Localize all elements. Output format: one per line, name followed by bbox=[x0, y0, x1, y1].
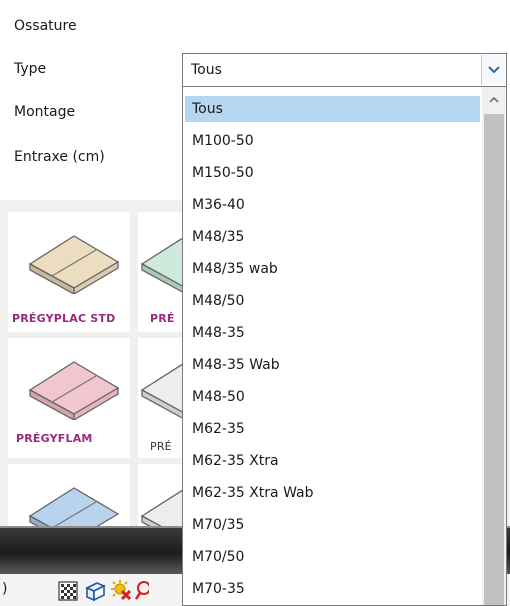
plasterboard-icon bbox=[28, 235, 120, 294]
cube-icon[interactable] bbox=[84, 580, 106, 602]
sun-delete-icon[interactable] bbox=[110, 579, 132, 601]
type-select[interactable]: Tous bbox=[182, 53, 507, 87]
type-option[interactable]: M48/35 wab bbox=[185, 256, 480, 282]
product-tile-2[interactable]: PRÉ bbox=[138, 212, 182, 332]
product-tile-pregyflam[interactable]: PRÉGYFLAM bbox=[8, 338, 130, 458]
type-option[interactable]: M150-50 bbox=[185, 160, 480, 186]
product-tile-6[interactable] bbox=[138, 464, 182, 526]
type-option[interactable]: M70/35 bbox=[185, 512, 480, 538]
product-name: PRÉ bbox=[150, 440, 172, 453]
type-option[interactable]: M62-35 Xtra bbox=[185, 448, 480, 474]
type-option[interactable]: M36-40 bbox=[185, 192, 480, 218]
plasterboard-icon bbox=[140, 489, 182, 526]
type-select-toggle[interactable] bbox=[481, 55, 505, 85]
entraxe-label: Entraxe (cm) bbox=[14, 149, 105, 165]
chevron-down-icon bbox=[488, 66, 500, 74]
type-option[interactable]: M48-50 bbox=[185, 384, 480, 410]
type-label: Type bbox=[14, 61, 47, 77]
product-tile-4[interactable]: PRÉ bbox=[138, 338, 182, 458]
type-select-value: Tous bbox=[191, 62, 222, 78]
search-icon[interactable] bbox=[135, 580, 149, 602]
type-dropdown-list: Tous M100-50 M150-50 M36-40 M48/35 M48/3… bbox=[182, 87, 507, 606]
status-text-fragment: ) bbox=[2, 581, 8, 597]
plasterboard-icon bbox=[140, 363, 182, 419]
grid-icon[interactable] bbox=[58, 581, 78, 601]
product-name: PRÉ bbox=[150, 312, 175, 325]
ossature-label: Ossature bbox=[14, 18, 77, 34]
montage-label: Montage bbox=[14, 104, 76, 120]
plasterboard-icon bbox=[28, 361, 120, 420]
type-option[interactable]: M48-35 Wab bbox=[185, 352, 480, 378]
scrollbar-thumb[interactable] bbox=[484, 114, 504, 605]
type-option[interactable]: M70-35 bbox=[185, 576, 480, 602]
type-option-tous[interactable]: Tous bbox=[185, 96, 480, 122]
type-option[interactable]: M48/50 bbox=[185, 288, 480, 314]
type-option[interactable]: M62-35 Xtra Wab bbox=[185, 480, 480, 506]
plasterboard-icon bbox=[140, 237, 182, 293]
product-name: PRÉGYFLAM bbox=[16, 432, 93, 445]
product-name: PRÉGYPLAC STD bbox=[12, 312, 116, 325]
chevron-up-icon bbox=[489, 96, 499, 103]
type-option[interactable]: M62-35 bbox=[185, 416, 480, 442]
scroll-up-button[interactable] bbox=[482, 87, 506, 113]
type-option[interactable]: M48/35 bbox=[185, 224, 480, 250]
product-tile-pregyplac-std[interactable]: PRÉGYPLAC STD bbox=[8, 212, 130, 332]
type-option[interactable]: M100-50 bbox=[185, 128, 480, 154]
type-option[interactable]: M48-35 bbox=[185, 320, 480, 346]
plasterboard-icon bbox=[28, 487, 120, 526]
product-tile-5[interactable] bbox=[8, 464, 130, 526]
type-option[interactable]: M70/50 bbox=[185, 544, 480, 570]
